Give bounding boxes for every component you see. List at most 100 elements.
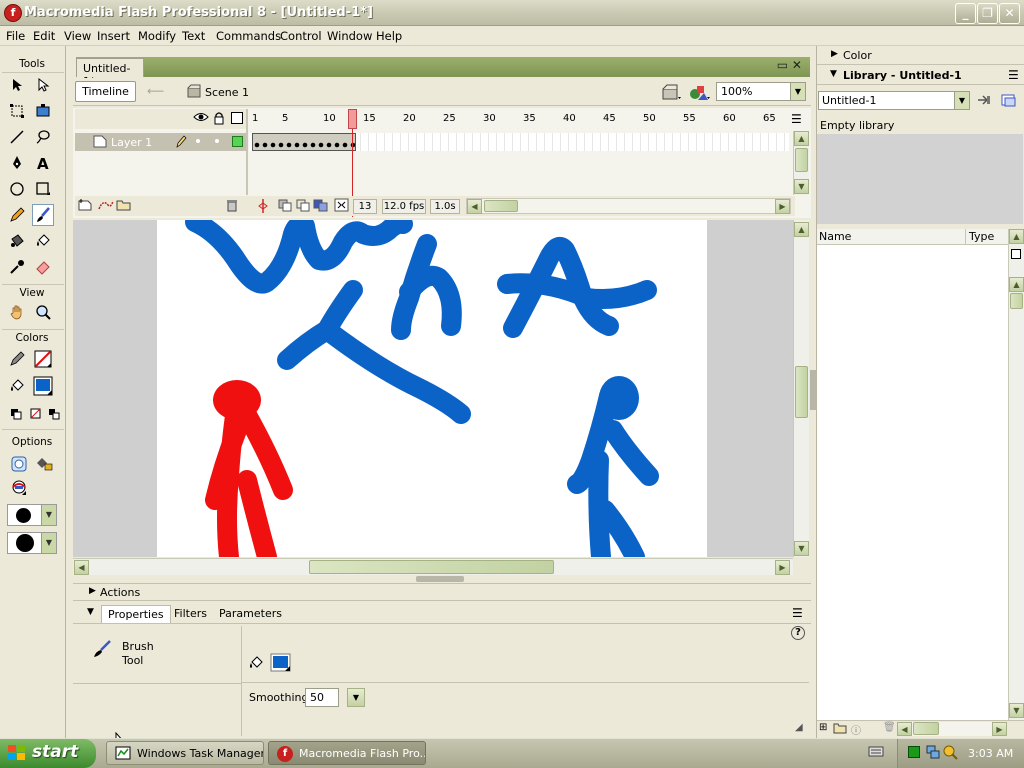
modify-onion-markers-icon[interactable] [334,198,350,212]
network-icon[interactable] [926,744,940,760]
timeline-toggle-button[interactable]: Timeline [75,81,136,102]
library-document-dropdown[interactable]: Untitled-1 ▼ [818,91,970,110]
lock-dot[interactable] [215,139,219,143]
library-item-list[interactable] [817,245,1008,720]
menu-commands[interactable]: Commands [216,29,281,43]
selection-tool-arrow-icon[interactable] [6,74,28,96]
scene-label[interactable]: Scene 1 [205,86,249,99]
free-transform-tool-icon[interactable] [6,100,28,122]
insert-layer-icon[interactable] [78,198,94,212]
menu-view[interactable]: View [64,29,91,43]
scroll-thumb[interactable] [795,366,808,418]
rectangle-tool-icon[interactable] [32,178,54,200]
brush-mode-icon[interactable] [8,477,30,499]
document-tab[interactable]: Untitled-1* [76,58,144,88]
menu-insert[interactable]: Insert [97,29,130,43]
new-library-panel-icon[interactable] [1001,93,1017,107]
scroll-up-button[interactable]: ▲ [794,222,809,237]
fill-transform-tool-icon[interactable] [32,100,54,122]
task-manager-tray-icon[interactable] [908,746,920,758]
scroll-left-button[interactable]: ◀ [74,560,89,575]
layer-row[interactable]: Layer 1 [75,133,246,151]
scroll-down-button[interactable]: ▼ [794,541,809,556]
stage-vscroll[interactable]: ▲ ▼ [793,220,809,557]
text-tool-icon[interactable]: A [32,152,54,174]
panel-menu-icon[interactable]: ☰ [1008,68,1019,82]
pencil-tool-icon[interactable] [6,204,28,226]
insert-folder-icon[interactable] [116,198,132,212]
scroll-thumb[interactable] [913,722,939,735]
tab-filters[interactable]: Filters [174,607,207,620]
fill-color-swatch[interactable] [32,375,54,397]
brush-size-dropdown[interactable]: ▼ [7,504,57,526]
keyboard-icon[interactable] [868,744,884,758]
scroll-right-button[interactable]: ▶ [775,199,790,214]
add-motion-guide-icon[interactable] [97,198,115,212]
pen-tool-icon[interactable] [6,152,28,174]
zoom-dropdown[interactable]: 100% ▼ [716,82,806,101]
taskbar-task-manager[interactable]: Windows Task Manager [106,741,264,765]
layer-name[interactable]: Layer 1 [111,136,152,149]
scroll-down-button[interactable]: ▼ [1009,703,1024,718]
scroll-up-button[interactable]: ▲ [1009,229,1024,244]
search-tray-icon[interactable] [942,744,958,760]
back-arrow-icon[interactable]: ⟵ [147,84,164,98]
delete-icon[interactable]: 🗑 [883,722,896,733]
playhead[interactable] [348,109,357,129]
timeline-vscroll[interactable]: ▲ ▼ [793,131,809,195]
pin-library-icon[interactable] [976,93,992,107]
library-hscroll[interactable]: ◀ ▶ [897,722,1007,736]
outline-color-swatch[interactable] [232,136,243,147]
library-panel-header[interactable]: ▼ Library - Untitled-1 ☰ [817,66,1024,85]
menu-text[interactable]: Text [182,29,205,43]
brush-tool-icon[interactable] [32,204,54,226]
oval-tool-icon[interactable] [6,178,28,200]
scroll-right-button[interactable]: ▶ [775,560,790,575]
new-symbol-icon[interactable]: ⊞ [819,722,827,733]
ink-bottle-tool-icon[interactable] [6,230,28,252]
properties-icon[interactable]: ⓘ [851,722,861,737]
tab-parameters[interactable]: Parameters [219,607,282,620]
scroll-up-button[interactable]: ▲ [1009,277,1024,292]
scroll-thumb[interactable] [309,560,554,574]
timeline-menu-icon[interactable]: ☰ [791,112,802,126]
menu-edit[interactable]: Edit [33,29,55,43]
eye-icon[interactable] [193,111,209,123]
timeline-hscroll[interactable]: ◀ ▶ [466,198,791,214]
wide-view-icon[interactable] [1011,249,1021,259]
center-frame-icon[interactable] [257,198,269,214]
doc-window-controls[interactable]: ▭ ✕ [777,58,802,72]
edit-scene-icon[interactable] [662,83,682,101]
brush-shape-dropdown[interactable]: ▼ [7,532,57,554]
scroll-thumb[interactable] [1010,293,1023,309]
title-bar[interactable]: f Macromedia Flash Professional 8 - [Unt… [0,0,1024,26]
menu-help[interactable]: Help [376,29,402,43]
tab-properties[interactable]: Properties [101,605,171,623]
stroke-color-swatch[interactable] [32,348,54,370]
color-swap-buttons[interactable] [6,403,64,425]
scroll-down-button[interactable]: ▼ [794,179,809,194]
onion-skin-outlines-icon[interactable] [295,198,311,212]
stage-hscroll[interactable]: ◀ ▶ [73,558,793,575]
column-type[interactable]: Type [969,230,994,243]
scroll-thumb[interactable] [484,200,518,212]
frame-ruler[interactable]: 1 5 10 15 20 25 30 35 40 45 50 55 60 65 [249,109,789,129]
close-button[interactable]: ✕ [999,3,1020,24]
visibility-dot[interactable] [196,139,200,143]
new-folder-icon[interactable] [833,721,847,734]
menu-modify[interactable]: Modify [138,29,176,43]
library-vscroll[interactable]: ▲ ▲ ▼ [1008,229,1024,720]
stage-canvas[interactable] [157,220,707,557]
color-panel-header[interactable]: ▶ Color [817,46,1024,65]
restore-button[interactable]: ❐ [977,3,998,24]
line-tool-icon[interactable] [6,126,28,148]
hand-tool-icon[interactable] [6,301,28,323]
resize-grip-icon[interactable]: ◢ [795,722,803,733]
actions-panel-header[interactable]: ▶ Actions [73,583,811,601]
fill-color-button[interactable] [270,653,292,673]
start-button[interactable]: start [0,739,96,768]
lasso-tool-icon[interactable] [32,126,54,148]
delete-layer-trash-icon[interactable] [225,198,239,212]
lock-icon[interactable] [213,111,225,125]
taskbar-flash[interactable]: f Macromedia Flash Pro... [268,741,426,765]
